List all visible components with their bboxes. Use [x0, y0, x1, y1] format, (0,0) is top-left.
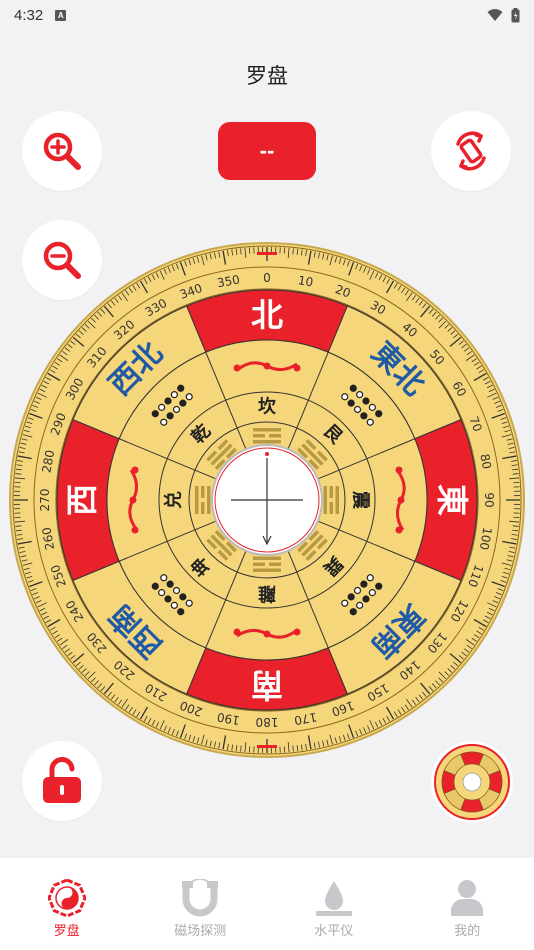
rotate-icon [456, 131, 486, 171]
zoom-in-button[interactable] [22, 111, 102, 191]
trigram-label: 離 [258, 583, 276, 605]
north-marker [257, 252, 277, 255]
zoom-in-icon [43, 132, 81, 170]
status-time: 4:32 [14, 6, 44, 24]
lock-button[interactable] [22, 741, 102, 821]
level-drop-icon [315, 881, 352, 916]
nav-item-magnetic[interactable]: 磁场探测 [134, 858, 268, 950]
nav-label-magnetic: 磁场探测 [174, 924, 227, 939]
nav-label-level: 水平仪 [314, 924, 354, 939]
rotate-compass-button[interactable] [431, 111, 511, 191]
status-bar: 4:32 A [0, 0, 534, 30]
compass-svg: 0 102030405060708090100110120130140150160… [9, 242, 525, 758]
status-icons [487, 7, 520, 23]
needle-north-dot [265, 452, 269, 456]
mini-center [462, 772, 482, 792]
compass-style-button[interactable] [431, 741, 513, 823]
nav-label-profile: 我的 [454, 924, 481, 939]
trigram-label: 坎 [258, 396, 277, 418]
trigram-label: 兑 [163, 491, 185, 509]
notification-app-icon: A [55, 9, 67, 21]
wifi-icon [487, 9, 503, 21]
magnet-icon [182, 879, 219, 917]
direction-label-east: 東 [433, 484, 471, 516]
degree-label: 80 [477, 453, 493, 470]
mini-compass-icon [434, 744, 510, 820]
degree-label: 90 [482, 492, 496, 507]
compass-dial[interactable]: 0 10 20 30 40 50 60 70 80 90 100 110 120 130 140 150 160… [8, 241, 526, 759]
degree-label: 0 [263, 271, 271, 285]
degree-label: 180 [256, 715, 279, 729]
nav-item-profile[interactable]: 我的 [401, 858, 534, 950]
degree-label: 270 [38, 489, 52, 512]
battery-icon [511, 7, 520, 22]
nav-item-compass[interactable]: 罗盘 [0, 858, 134, 950]
heading-reading-badge: -- [218, 122, 316, 180]
page-title: 罗盘 [246, 64, 288, 88]
user-icon [451, 880, 484, 916]
trigram-label: 震 [350, 491, 371, 510]
bagua-icon [47, 879, 86, 917]
lock-open-icon [43, 757, 81, 803]
bottom-nav: 罗盘 磁场探测 水平仪 我的 [0, 858, 534, 950]
south-marker [257, 745, 277, 748]
direction-label-north: 北 [251, 296, 283, 334]
nav-item-level[interactable]: 水平仪 [267, 858, 401, 950]
direction-label-west: 西 [63, 484, 101, 516]
nav-label-compass: 罗盘 [53, 924, 80, 939]
direction-label-south: 南 [251, 666, 283, 704]
degree-label: 10 [297, 273, 314, 289]
